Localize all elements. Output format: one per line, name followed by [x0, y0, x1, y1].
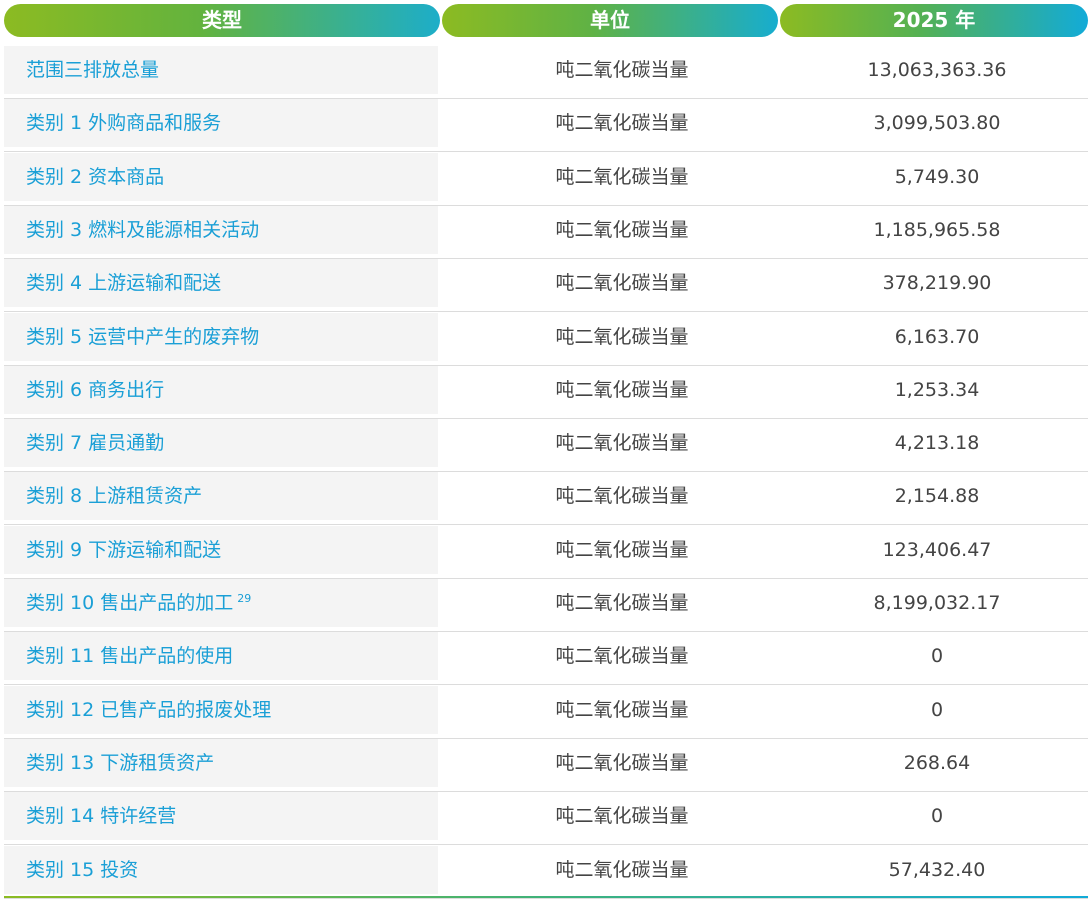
row-unit-cell: 吨二氧化碳当量 — [555, 645, 689, 668]
header-unit: 单位 — [442, 4, 778, 37]
row-unit-cell: 吨二氧化碳当量 — [555, 751, 689, 774]
table-row: 类别 15 投资 吨二氧化碳当量 57,432.40 — [4, 845, 1088, 899]
header-type: 类型 — [4, 4, 440, 37]
row-type-cell: 类别 6 商务出行 — [4, 365, 438, 414]
table-row: 类别 8 上游租赁资产 吨二氧化碳当量 2,154.88 — [4, 472, 1088, 526]
row-type-cell: 类别 15 投资 — [4, 845, 438, 894]
row-unit-cell: 吨二氧化碳当量 — [555, 538, 689, 561]
row-type-label: 类别 15 投资 — [26, 858, 139, 881]
row-type-label: 类别 8 上游租赁资产 — [26, 485, 203, 508]
row-unit-cell: 吨二氧化碳当量 — [555, 165, 689, 188]
row-type-label: 类别 13 下游租赁资产 — [26, 751, 215, 774]
row-type-cell: 类别 4 上游运输和配送 — [4, 259, 438, 308]
table-row: 类别 2 资本商品 吨二氧化碳当量 5,749.30 — [4, 152, 1088, 206]
table-row: 类别 14 特许经营 吨二氧化碳当量 0 — [4, 792, 1088, 846]
row-type-cell: 类别 3 燃料及能源相关活动 — [4, 205, 438, 254]
row-type-label: 类别 12 已售产品的报废处理 — [26, 698, 272, 721]
table-row: 类别 1 外购商品和服务 吨二氧化碳当量 3,099,503.80 — [4, 99, 1088, 153]
row-unit-cell: 吨二氧化碳当量 — [555, 218, 689, 241]
row-unit-cell: 吨二氧化碳当量 — [555, 805, 689, 828]
table-bottom-line — [4, 896, 1088, 898]
row-unit-cell: 吨二氧化碳当量 — [555, 592, 689, 614]
row-type-cell: 类别 8 上游租赁资产 — [4, 472, 438, 521]
row-type-label: 类别 14 特许经营 — [26, 805, 177, 828]
row-unit-cell: 吨二氧化碳当量 — [555, 272, 689, 295]
row-type-label: 类别 9 下游运输和配送 — [26, 538, 222, 561]
row-type-cell: 类别 10 售出产品的加工 29 — [4, 579, 438, 627]
row-unit-cell: 吨二氧化碳当量 — [555, 698, 689, 721]
row-value-cell: 378,219.90 — [882, 272, 992, 295]
row-type-label: 类别 6 商务出行 — [26, 378, 165, 401]
row-value-cell: 57,432.40 — [888, 858, 986, 881]
table-row: 类别 6 商务出行 吨二氧化碳当量 1,253.34 — [4, 365, 1088, 419]
row-value-cell: 4,213.18 — [894, 432, 980, 455]
row-value-cell: 1,253.34 — [894, 378, 980, 401]
table-row: 类别 3 燃料及能源相关活动 吨二氧化碳当量 1,185,965.58 — [4, 205, 1088, 259]
table-row: 类别 5 运营中产生的废弃物 吨二氧化碳当量 6,163.70 — [4, 312, 1088, 366]
row-type-cell: 类别 13 下游租赁资产 — [4, 738, 438, 787]
emissions-table: 类型 单位 2025 年 范围三排放总量 吨二氧化碳当量 13,063,363.36… — [0, 0, 1092, 905]
row-type-cell: 类别 14 特许经营 — [4, 792, 438, 841]
row-type-label: 类别 7 雇员通勤 — [26, 432, 165, 455]
row-type-cell: 类别 1 外购商品和服务 — [4, 99, 438, 148]
row-value-cell: 268.64 — [903, 751, 971, 774]
footnote-marker: 29 — [237, 591, 252, 605]
table-row: 类别 9 下游运输和配送 吨二氧化碳当量 123,406.47 — [4, 525, 1088, 579]
row-unit-cell: 吨二氧化碳当量 — [555, 112, 689, 135]
table-header: 类型 单位 2025 年 — [4, 4, 1088, 37]
row-type-cell: 类别 7 雇员通勤 — [4, 419, 438, 468]
row-type-cell: 类别 5 运营中产生的废弃物 — [4, 312, 438, 361]
table-row: 类别 10 售出产品的加工 29 吨二氧化碳当量 8,199,032.17 — [4, 579, 1088, 632]
row-value-cell: 5,749.30 — [894, 165, 980, 188]
row-value-cell: 1,185,965.58 — [873, 218, 1001, 241]
row-value-cell: 123,406.47 — [882, 538, 992, 561]
row-value-cell: 0 — [930, 698, 944, 721]
row-unit-cell: 吨二氧化碳当量 — [555, 485, 689, 508]
row-value-cell: 6,163.70 — [894, 325, 980, 348]
table-row: 类别 4 上游运输和配送 吨二氧化碳当量 378,219.90 — [4, 259, 1088, 313]
row-type-label: 类别 2 资本商品 — [26, 165, 165, 188]
row-type-cell: 类别 12 已售产品的报废处理 — [4, 685, 438, 734]
row-value-cell: 8,199,032.17 — [873, 592, 1001, 614]
row-type-label: 类别 4 上游运输和配送 — [26, 272, 222, 295]
table-row: 类别 7 雇员通勤 吨二氧化碳当量 4,213.18 — [4, 419, 1088, 473]
row-type-cell: 类别 11 售出产品的使用 — [4, 632, 438, 681]
table-row: 类别 12 已售产品的报废处理 吨二氧化碳当量 0 — [4, 685, 1088, 739]
row-unit-cell: 吨二氧化碳当量 — [555, 432, 689, 455]
table-row: 类别 11 售出产品的使用 吨二氧化碳当量 0 — [4, 632, 1088, 686]
row-type-cell: 范围三排放总量 — [4, 46, 438, 94]
row-type-cell: 类别 2 资本商品 — [4, 152, 438, 201]
row-type-label: 类别 1 外购商品和服务 — [26, 112, 222, 135]
row-unit-cell: 吨二氧化碳当量 — [555, 858, 689, 881]
row-type-label: 类别 5 运营中产生的废弃物 — [26, 325, 260, 348]
table-row: 类别 13 下游租赁资产 吨二氧化碳当量 268.64 — [4, 738, 1088, 792]
row-value-cell: 0 — [930, 805, 944, 828]
row-unit-cell: 吨二氧化碳当量 — [555, 378, 689, 401]
row-value-cell: 13,063,363.36 — [867, 59, 1007, 81]
table-row: 范围三排放总量 吨二氧化碳当量 13,063,363.36 — [4, 46, 1088, 99]
header-year: 2025 年 — [780, 4, 1088, 37]
row-unit-cell: 吨二氧化碳当量 — [555, 59, 689, 81]
row-type-label: 类别 10 售出产品的加工 — [26, 592, 234, 614]
row-value-cell: 3,099,503.80 — [873, 112, 1001, 135]
row-type-cell: 类别 9 下游运输和配送 — [4, 525, 438, 574]
row-value-cell: 0 — [930, 645, 944, 668]
row-value-cell: 2,154.88 — [894, 485, 980, 508]
row-unit-cell: 吨二氧化碳当量 — [555, 325, 689, 348]
row-type-label: 类别 11 售出产品的使用 — [26, 645, 234, 668]
row-type-label: 类别 3 燃料及能源相关活动 — [26, 218, 260, 241]
row-type-label: 范围三排放总量 — [26, 59, 160, 81]
